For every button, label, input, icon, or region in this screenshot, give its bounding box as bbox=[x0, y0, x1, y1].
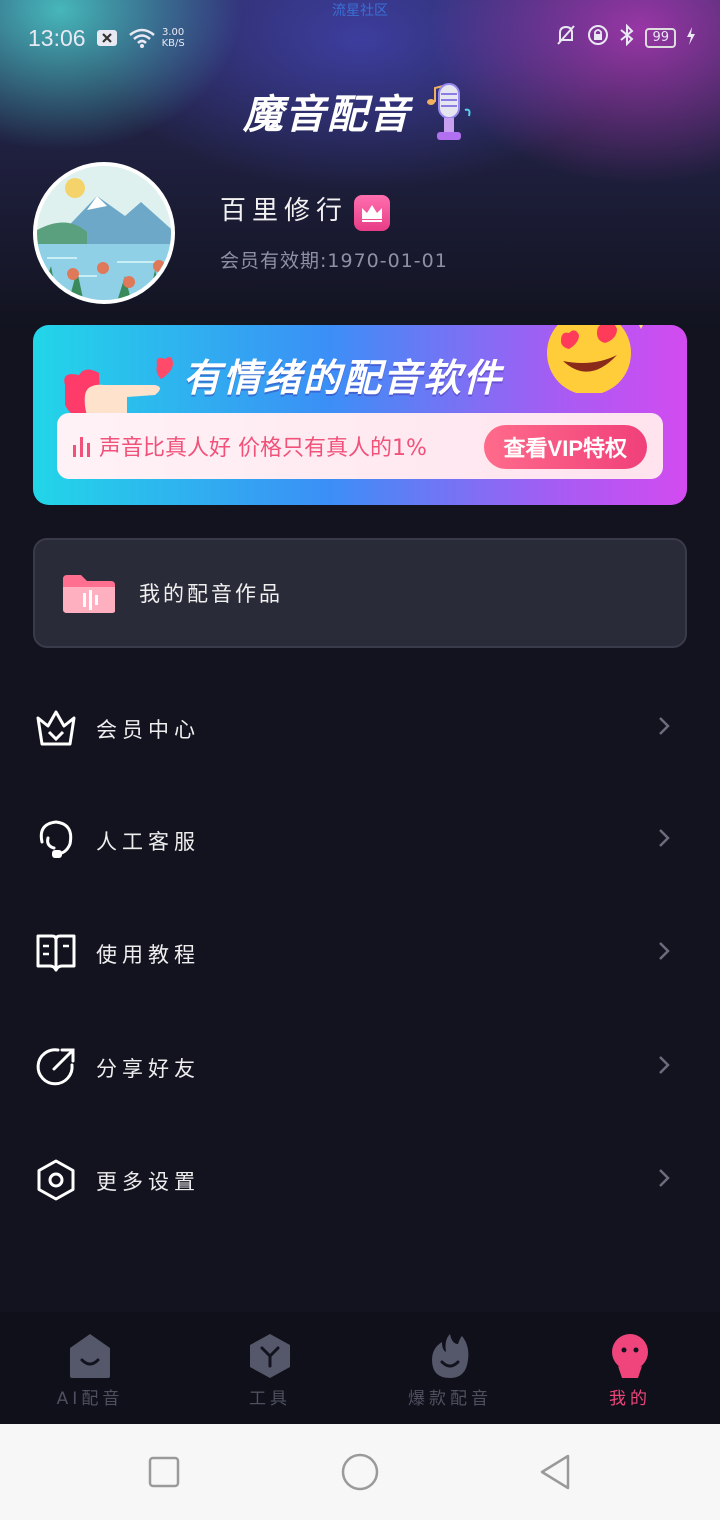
menu-item-more-settings[interactable]: 更多设置 bbox=[0, 1140, 720, 1220]
menu-item-tutorial[interactable]: 使用教程 bbox=[0, 913, 720, 993]
chevron-right-icon bbox=[658, 1055, 670, 1079]
share-icon bbox=[34, 1045, 78, 1089]
menu-item-customer-service[interactable]: 人工客服 bbox=[0, 800, 720, 880]
network-speed-unit: KB/S bbox=[161, 38, 185, 49]
tab-label: 工具 bbox=[249, 1389, 291, 1409]
flame-icon bbox=[428, 1332, 472, 1380]
heart-eyes-emoji-icon bbox=[543, 325, 653, 397]
banner-slogan: 声音比真人好 价格只有真人的1% bbox=[99, 436, 427, 461]
avatar[interactable] bbox=[33, 162, 175, 304]
menu-item-label: 人工客服 bbox=[96, 830, 200, 854]
audio-folder-icon bbox=[61, 573, 117, 619]
tab-label: 爆款配音 bbox=[408, 1389, 492, 1409]
crown-icon bbox=[34, 706, 78, 750]
bottom-tab-bar: AI配音 工具 爆款配音 我的 bbox=[0, 1312, 720, 1424]
tab-ai-dubbing[interactable]: AI配音 bbox=[0, 1312, 180, 1424]
slogan-bar: 声音比真人好 价格只有真人的1% 查看VIP特权 bbox=[57, 413, 663, 479]
tab-label: AI配音 bbox=[56, 1389, 124, 1409]
app-title-text: 魔音配音 bbox=[243, 92, 411, 138]
tab-label: 我的 bbox=[609, 1389, 651, 1409]
settings-hexagon-icon bbox=[34, 1158, 78, 1202]
sound-bars-icon bbox=[73, 435, 91, 461]
wifi-icon bbox=[128, 27, 156, 49]
bluetooth-icon bbox=[619, 23, 635, 52]
menu-item-label: 更多设置 bbox=[96, 1170, 200, 1194]
notification-icon bbox=[96, 29, 118, 47]
home-circle-icon[interactable] bbox=[340, 1452, 380, 1492]
headset-icon bbox=[34, 818, 78, 862]
tools-cube-icon bbox=[248, 1332, 292, 1380]
profile-face-icon bbox=[608, 1332, 652, 1380]
network-speed-value: 3.00 bbox=[162, 27, 185, 38]
chevron-right-icon bbox=[658, 828, 670, 852]
crown-icon bbox=[362, 205, 382, 222]
home-smile-icon bbox=[68, 1332, 112, 1380]
app-title: 魔音配音 bbox=[0, 80, 720, 154]
menu-item-label: 分享好友 bbox=[96, 1057, 200, 1081]
membership-expiry: 会员有效期:1970-01-01 bbox=[220, 250, 448, 272]
status-bar: 13:06 3.00 KB/S 99 bbox=[28, 22, 696, 54]
banner-headline: 有情绪的配音软件 bbox=[183, 356, 504, 400]
my-dubbing-works-label: 我的配音作品 bbox=[139, 582, 283, 606]
status-right: 99 bbox=[555, 23, 696, 52]
recent-apps-square-icon[interactable] bbox=[144, 1452, 184, 1492]
chevron-right-icon bbox=[658, 941, 670, 965]
chevron-right-icon bbox=[658, 1168, 670, 1192]
username: 百里修行 bbox=[220, 196, 349, 226]
my-dubbing-works-card[interactable]: 我的配音作品 bbox=[33, 538, 687, 648]
view-vip-privileges-button[interactable]: 查看VIP特权 bbox=[483, 425, 647, 469]
tab-mine[interactable]: 我的 bbox=[540, 1312, 720, 1424]
menu-item-share-friends[interactable]: 分享好友 bbox=[0, 1027, 720, 1107]
network-speed: 3.00 KB/S bbox=[162, 27, 185, 49]
mute-bell-icon bbox=[555, 24, 577, 52]
watermark: 流星社区 bbox=[332, 3, 388, 19]
menu-item-label: 会员中心 bbox=[96, 718, 200, 742]
tab-tools[interactable]: 工具 bbox=[180, 1312, 360, 1424]
book-icon bbox=[34, 931, 78, 975]
system-navigation-bar bbox=[0, 1424, 720, 1520]
vip-banner[interactable]: 有情绪的配音软件 声音比真人好 价格只有真人的1% 查看VIP特权 bbox=[33, 325, 687, 505]
battery-level: 99 bbox=[645, 28, 676, 48]
chevron-right-icon bbox=[658, 716, 670, 740]
charging-icon bbox=[686, 26, 696, 51]
tab-hot-dubbing[interactable]: 爆款配音 bbox=[360, 1312, 540, 1424]
back-triangle-icon[interactable] bbox=[536, 1452, 576, 1492]
microphone-icon bbox=[417, 80, 477, 154]
vip-crown-badge bbox=[354, 195, 390, 231]
menu-item-label: 使用教程 bbox=[96, 943, 200, 967]
status-time: 13:06 bbox=[28, 24, 86, 51]
lock-rotation-icon bbox=[587, 24, 609, 52]
menu-item-membership-center[interactable]: 会员中心 bbox=[0, 688, 720, 768]
